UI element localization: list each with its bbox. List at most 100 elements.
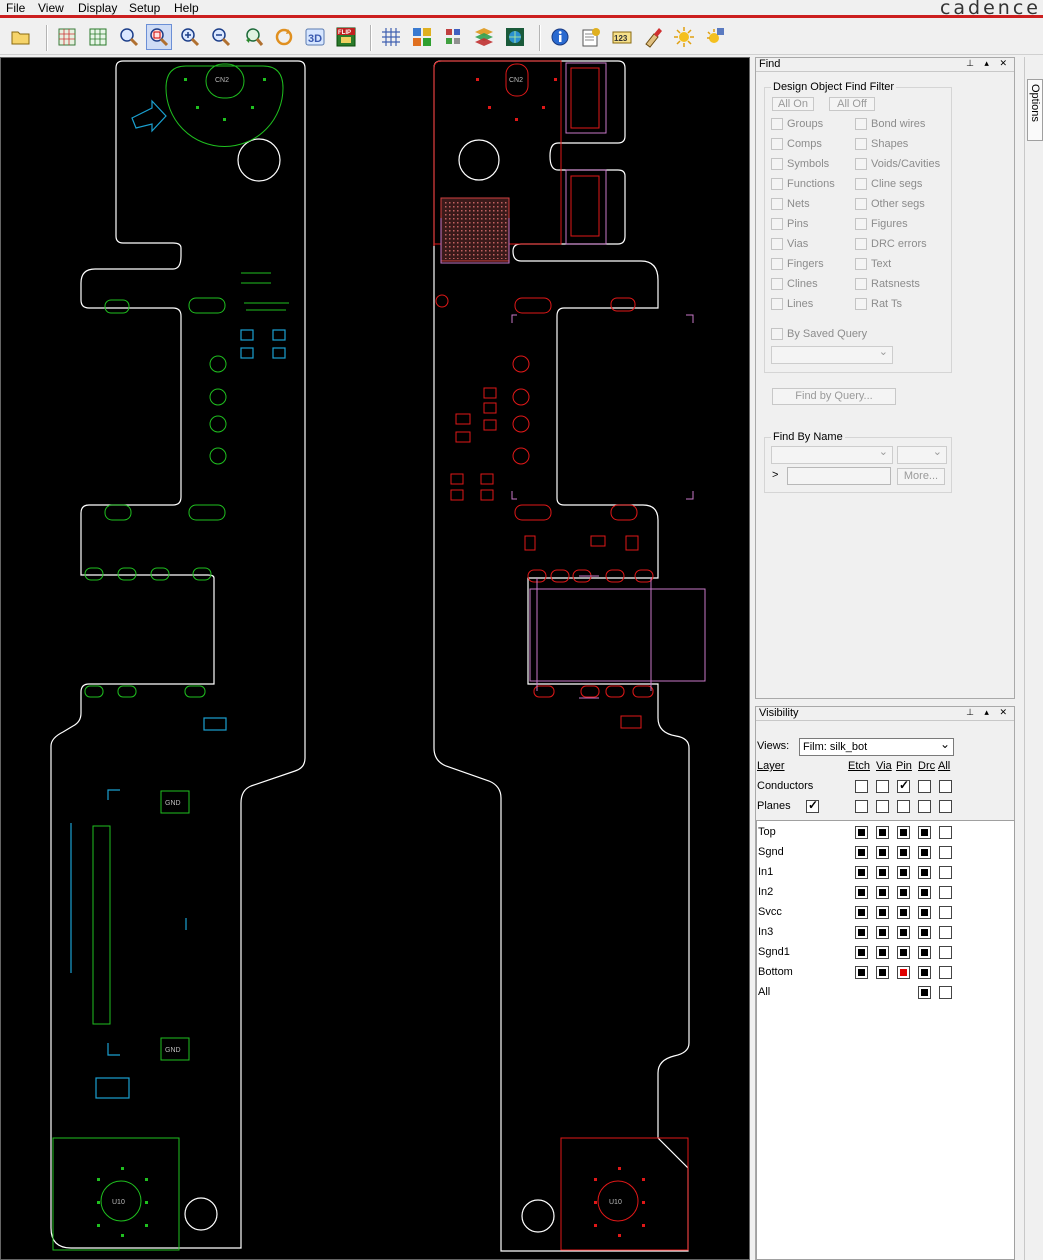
find-filter-item[interactable]: Comps [771,138,822,150]
planes-checkbox[interactable] [806,798,819,813]
find-filter-item[interactable]: Symbols [771,158,829,170]
conductors-checkbox[interactable] [897,778,910,793]
layer-visibility-toggle[interactable] [876,966,889,979]
panel-controls-icon[interactable]: ⊥ ▴ ✕ [966,707,1011,718]
all-off-button[interactable]: All Off [829,97,875,111]
layer-visibility-toggle[interactable] [876,866,889,879]
network-icon[interactable] [502,24,528,50]
planes-column-checkbox[interactable] [855,800,868,813]
layer-visibility-toggle[interactable] [918,946,931,959]
conductors-checkbox[interactable] [939,780,952,793]
find-filter-item[interactable]: Clines [771,278,818,290]
layer-visibility-toggle[interactable] [855,886,868,899]
highlight-icon[interactable] [640,24,666,50]
saved-query-checkbox[interactable]: By Saved Query [771,328,867,340]
menu-setup[interactable]: Setup [129,1,160,15]
grid-icon[interactable] [378,24,404,50]
layer-visibility-toggle[interactable] [876,906,889,919]
find-filter-item[interactable]: DRC errors [855,238,927,250]
layer-visibility-toggle[interactable] [918,846,931,859]
panel-controls-icon[interactable]: ⊥ ▴ ✕ [966,58,1011,69]
open-folder-icon[interactable] [8,24,34,50]
zoom-previous-icon[interactable] [240,24,266,50]
layer-visibility-toggle[interactable] [939,866,952,879]
zoom-in-icon[interactable] [177,24,203,50]
layer-visibility-toggle[interactable] [855,966,868,979]
redraw-icon[interactable] [271,24,297,50]
layer-visibility-toggle[interactable] [876,846,889,859]
layer-visibility-toggle[interactable] [897,926,910,939]
layer-icon[interactable] [440,24,466,50]
layer-visibility-toggle[interactable] [855,866,868,879]
3d-view-icon[interactable]: 3D [302,24,328,50]
layer-visibility-toggle[interactable] [918,966,931,979]
layer-visibility-toggle[interactable] [918,886,931,899]
conductors-checkbox[interactable] [876,780,889,793]
menu-view[interactable]: View [38,1,64,15]
layer-visibility-toggle[interactable] [897,846,910,859]
layer-visibility-toggle[interactable] [939,966,952,979]
layer-visibility-toggle[interactable] [897,906,910,919]
layer-visibility-toggle[interactable] [939,906,952,919]
find-filter-item[interactable]: Cline segs [855,178,922,190]
layer-visibility-toggle[interactable] [855,826,868,839]
menu-file[interactable]: File [6,1,25,15]
layer-visibility-toggle[interactable] [918,906,931,919]
find-filter-item[interactable]: Lines [771,298,813,310]
find-filter-item[interactable]: Other segs [855,198,925,210]
planes-column-checkbox[interactable] [918,800,931,813]
layer-visibility-toggle[interactable] [918,926,931,939]
zoom-out-icon[interactable] [208,24,234,50]
conductors-checkbox[interactable] [855,780,868,793]
dehighlight-icon[interactable] [702,24,728,50]
layer-visibility-toggle[interactable] [855,926,868,939]
grid-board-icon[interactable] [54,24,80,50]
all-on-button[interactable]: All On [772,97,814,111]
layer-visibility-toggle[interactable] [855,846,868,859]
find-filter-item[interactable]: Rat Ts [855,298,902,310]
find-filter-item[interactable]: Ratsnests [855,278,920,290]
layer-visibility-toggle[interactable] [855,946,868,959]
panel-scrollbar[interactable] [1015,700,1023,1260]
sun-icon[interactable] [671,24,697,50]
find-name-input[interactable] [787,467,891,485]
layer-visibility-toggle[interactable] [876,886,889,899]
layer-visibility-toggle[interactable] [918,826,931,839]
layer-visibility-toggle[interactable] [897,966,910,979]
layer-visibility-toggle[interactable] [939,946,952,959]
layer-visibility-toggle[interactable] [939,986,952,999]
find-filter-item[interactable]: Shapes [855,138,908,150]
zoom-window-icon[interactable] [146,24,172,50]
saved-query-select[interactable] [771,345,893,364]
layer-visibility-toggle[interactable] [897,866,910,879]
visibility-column-header[interactable]: Etch [848,760,870,772]
layer-visibility-toggle[interactable] [939,826,952,839]
layer-visibility-toggle[interactable] [897,886,910,899]
layer-visibility-toggle[interactable] [939,846,952,859]
planes-column-checkbox[interactable] [939,800,952,813]
find-filter-item[interactable]: Text [855,258,891,270]
find-filter-item[interactable]: Figures [855,218,908,230]
find-filter-item[interactable]: Bond wires [855,118,925,130]
find-filter-item[interactable]: Groups [771,118,823,130]
layer-visibility-toggle[interactable] [939,926,952,939]
layer-visibility-toggle[interactable] [876,826,889,839]
layer-visibility-toggle[interactable] [876,946,889,959]
views-select[interactable]: Film: silk_bot [799,736,954,756]
color-icon[interactable] [409,24,435,50]
layer-visibility-toggle[interactable] [876,926,889,939]
measure-icon[interactable]: 123 [609,24,635,50]
layer-visibility-toggle[interactable] [918,866,931,879]
more-button[interactable]: More... [897,468,945,485]
visibility-column-header[interactable]: Drc [918,760,935,772]
planes-column-checkbox[interactable] [876,800,889,813]
flip-board-icon[interactable]: FLIP [333,24,359,50]
visibility-column-header[interactable]: Via [876,760,892,772]
zoom-fit-icon[interactable] [116,24,142,50]
planes-column-checkbox[interactable] [897,800,910,813]
visibility-column-header[interactable]: All [938,760,950,772]
menu-help[interactable]: Help [174,1,199,15]
find-filter-item[interactable]: Nets [771,198,810,210]
menu-display[interactable]: Display [78,1,117,15]
layer-visibility-toggle[interactable] [939,886,952,899]
